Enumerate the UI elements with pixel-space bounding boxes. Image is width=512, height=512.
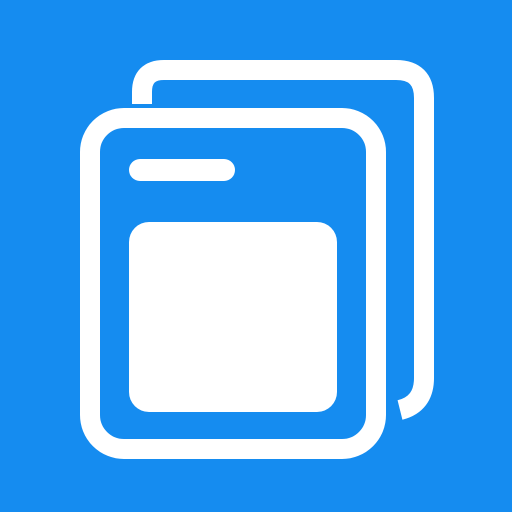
app-icon (0, 0, 512, 512)
window-content-block (129, 222, 337, 412)
window-title-bar (129, 159, 235, 181)
windows-stack-icon (0, 0, 512, 512)
